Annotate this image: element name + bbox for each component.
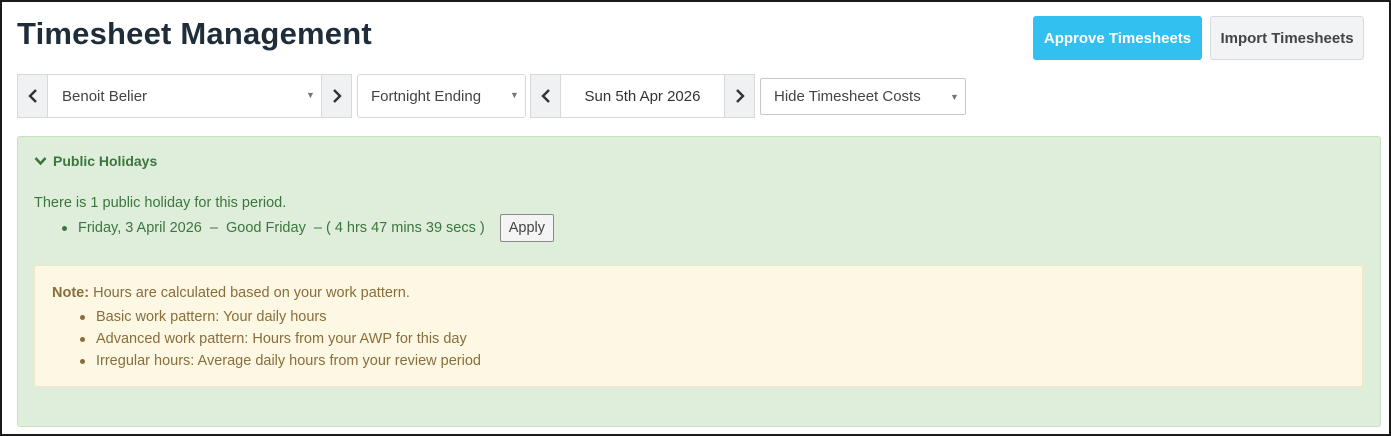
note-label: Note: [52, 285, 90, 301]
bullet [80, 314, 85, 320]
list-item: Irregular hours: Average daily hours fro… [80, 350, 481, 372]
bullet [80, 358, 85, 364]
list-item: Friday, 3 April 2026 – Good Friday – ( 4… [62, 214, 554, 242]
caret-down-icon: ▼ [306, 90, 315, 100]
employee-select[interactable]: Benoit Belier ▼ [47, 74, 322, 118]
timesheet-costs-select[interactable]: Hide Timesheet Costs ▼ [760, 78, 966, 115]
note-line: Note: Hours are calculated based on your… [52, 285, 410, 301]
approve-timesheets-button[interactable]: Approve Timesheets [1033, 16, 1202, 60]
apply-holiday-button[interactable]: Apply [499, 214, 554, 242]
public-holidays-toggle[interactable]: Public Holidays [34, 153, 157, 169]
chevron-down-icon [34, 157, 47, 166]
note-item-text: Advanced work pattern: Hours from your A… [96, 331, 467, 347]
public-holidays-panel: Public Holidays There is 1 public holida… [17, 136, 1381, 427]
note-item-text: Basic work pattern: Your daily hours [96, 309, 327, 325]
period-type-value: Fortnight Ending [371, 87, 482, 105]
note-text: Hours are calculated based on your work … [93, 285, 410, 301]
chevron-left-icon [27, 89, 37, 103]
bullet [80, 336, 85, 342]
chevron-left-icon [540, 89, 550, 103]
page-title: Timesheet Management [17, 16, 372, 51]
period-date-field[interactable]: Sun 5th Apr 2026 [560, 74, 725, 118]
holiday-text: Friday, 3 April 2026 – Good Friday – ( 4… [78, 220, 485, 236]
list-item: Basic work pattern: Your daily hours [80, 306, 481, 328]
list-item: Advanced work pattern: Hours from your A… [80, 328, 481, 350]
public-holidays-heading: Public Holidays [53, 153, 158, 169]
period-date-value: Sun 5th Apr 2026 [584, 87, 701, 105]
chevron-right-icon [332, 89, 342, 103]
import-timesheets-button[interactable]: Import Timesheets [1210, 16, 1364, 60]
employee-select-value: Benoit Belier [62, 87, 148, 105]
prev-employee-button[interactable] [17, 74, 48, 118]
app-frame: Timesheet Management Approve Timesheets … [0, 0, 1391, 436]
next-employee-button[interactable] [321, 74, 352, 118]
period-type-select[interactable]: Fortnight Ending ▼ [357, 74, 526, 118]
timesheet-costs-value: Hide Timesheet Costs [774, 88, 921, 105]
next-period-button[interactable] [724, 74, 755, 118]
caret-down-icon: ▼ [510, 90, 519, 100]
caret-down-icon: ▼ [950, 92, 959, 102]
bullet [62, 225, 67, 231]
note-list: Basic work pattern: Your daily hours Adv… [80, 306, 481, 372]
public-holidays-intro: There is 1 public holiday for this perio… [34, 195, 287, 211]
note-item-text: Irregular hours: Average daily hours fro… [96, 353, 481, 369]
prev-period-button[interactable] [530, 74, 561, 118]
chevron-right-icon [735, 89, 745, 103]
work-pattern-note: Note: Hours are calculated based on your… [34, 265, 1363, 387]
